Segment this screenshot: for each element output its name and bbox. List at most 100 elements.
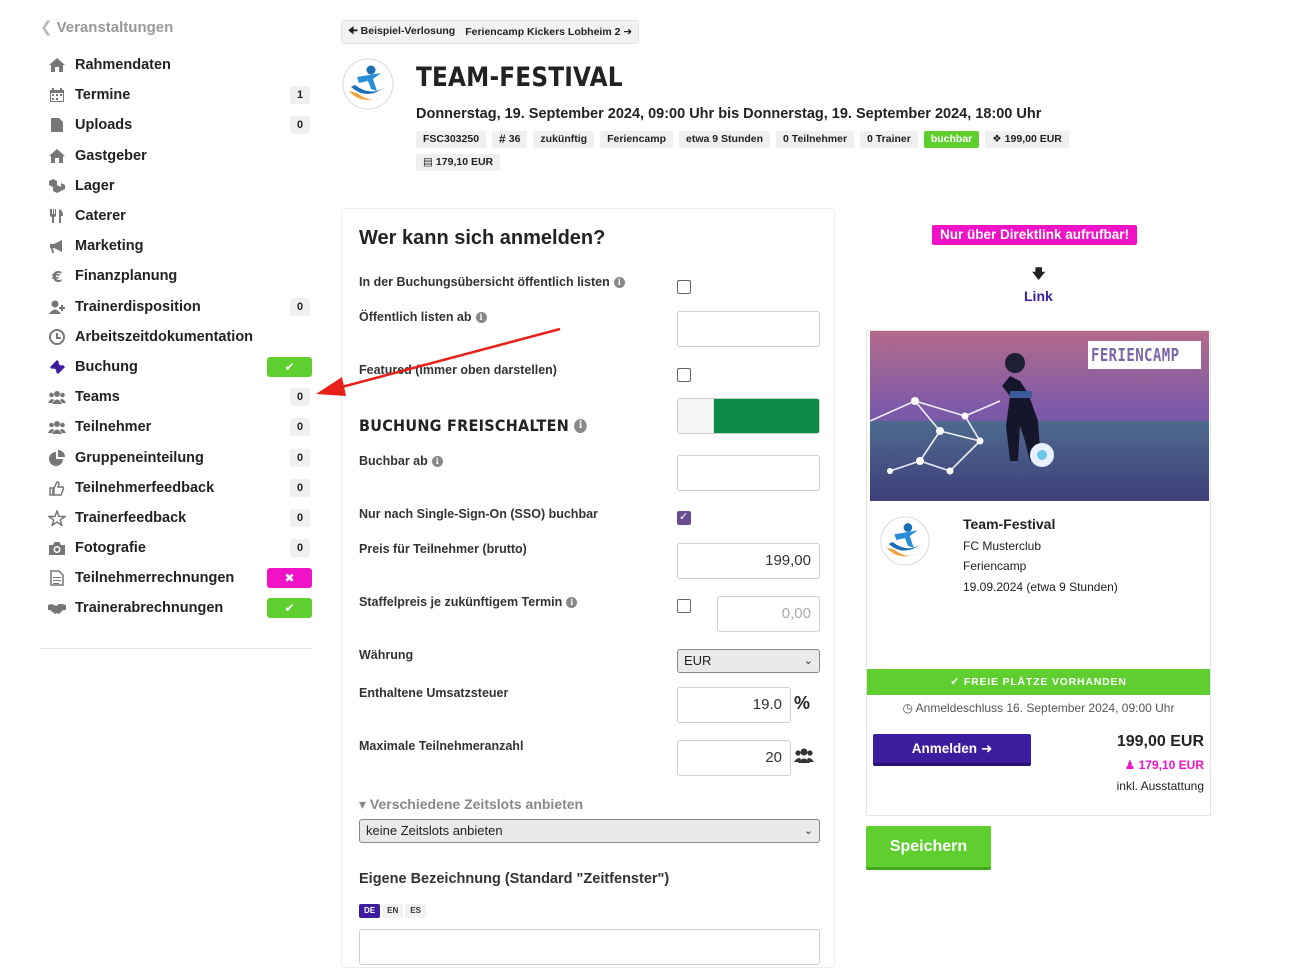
info-icon[interactable]: i xyxy=(566,596,578,608)
sidebar-item-label: Finanzplanung xyxy=(75,268,178,285)
preview-club: FC Musterclub xyxy=(963,539,1042,553)
tag-category: Feriencamp xyxy=(600,131,674,148)
sidebar-item-fotografie[interactable]: Fotografie 0 xyxy=(40,533,312,563)
public-list-checkbox[interactable] xyxy=(677,280,691,294)
language-tabs: DE EN ES xyxy=(359,904,426,918)
sidebar-item-label: Teilnehmerrechnungen xyxy=(75,570,235,587)
chevron-down-icon: ⌄ xyxy=(803,655,813,667)
sidebar-item-trainerdisposition[interactable]: Trainerdisposition 0 xyxy=(40,292,312,322)
sidebar-item-label: Fotografie xyxy=(75,540,146,557)
booking-form-panel: Wer kann sich anmelden? In der Buchungsü… xyxy=(341,208,835,968)
sidebar-item-label: Teilnehmer xyxy=(75,419,152,436)
timeslots-select[interactable]: keine Zeitslots anbieten ⌄ xyxy=(359,819,820,843)
tag-trainers: 0 Trainer xyxy=(860,131,918,148)
check-icon: ✔ xyxy=(267,356,312,377)
sidebar-item-label: Gastgeber xyxy=(75,147,147,164)
users-icon xyxy=(46,388,68,406)
preview-price: 199,00 EUR xyxy=(1116,733,1204,750)
arrow-down-icon: 🡇 xyxy=(1032,266,1046,281)
lang-tab-en[interactable]: EN xyxy=(382,904,404,918)
sidebar-item-label: Trainerdisposition xyxy=(75,298,201,315)
next-event-link[interactable]: Feriencamp Kickers Lobheim 2 ➜ xyxy=(465,26,632,38)
free-places-banner: ✔ FREIE PLÄTZE VORHANDEN xyxy=(867,669,1210,695)
prev-event-label: Beispiel-Verlosung xyxy=(360,25,456,37)
chevron-left-icon: ❮ xyxy=(40,19,53,36)
sidebar-item-label: Trainerabrechnungen xyxy=(75,600,224,617)
unlock-booking-heading: BUCHUNG FREISCHALTEN i xyxy=(359,416,588,435)
staffel-price-checkbox[interactable] xyxy=(677,599,691,613)
sidebar-item-rahmendaten[interactable]: Rahmendaten xyxy=(40,50,312,80)
staffel-price-input[interactable]: 0,00 xyxy=(717,596,820,632)
sidebar-item-label: Termine xyxy=(75,87,131,104)
sidebar-item-lager[interactable]: Lager xyxy=(40,171,312,201)
sidebar-item-label: Rahmendaten xyxy=(75,57,171,74)
sidebar-item-teilnehmerrechnungen[interactable]: Teilnehmerrechnungen ✖ xyxy=(40,563,312,593)
timeslots-toggle[interactable]: ▾ Verschiedene Zeitslots anbieten xyxy=(359,796,583,813)
sso-checkbox[interactable] xyxy=(677,510,691,525)
info-icon[interactable]: i xyxy=(574,418,588,433)
price-input[interactable]: 199,00 xyxy=(677,543,820,579)
sidebar-item-teilnehmer[interactable]: Teilnehmer 0 xyxy=(40,412,312,442)
sidebar-divider xyxy=(40,647,312,649)
lang-tab-de[interactable]: DE xyxy=(359,904,381,918)
bookable-from-input[interactable] xyxy=(677,455,820,491)
bullhorn-icon xyxy=(46,237,68,255)
direct-link[interactable]: Link xyxy=(1024,288,1053,304)
registration-deadline: ◷ Anmeldeschluss 16. September 2024, 09:… xyxy=(902,701,1175,715)
users-icon xyxy=(794,748,814,763)
save-button[interactable]: Speichern xyxy=(866,826,991,870)
sidebar-item-arbeitszeitdokumentation[interactable]: Arbeitszeitdokumentation xyxy=(40,322,312,352)
club-logo xyxy=(880,516,930,566)
price-label: Preis für Teilnehmer (brutto) xyxy=(359,542,527,556)
sidebar-item-teilnehmerfeedback[interactable]: Teilnehmerfeedback 0 xyxy=(40,473,312,503)
sidebar-item-teams[interactable]: Teams 0 xyxy=(40,382,312,412)
sidebar-item-marketing[interactable]: Marketing xyxy=(40,231,312,261)
info-icon[interactable]: i xyxy=(475,311,487,323)
price-tag-icon: ❖ xyxy=(992,133,1002,145)
direct-link-badge: Nur über Direktlink aufrufbar! xyxy=(932,225,1138,245)
home-icon xyxy=(46,56,68,74)
sidebar-item-trainerabrechnungen[interactable]: Trainerabrechnungen ✔ xyxy=(40,593,312,623)
sso-label: Nur nach Single-Sign-On (SSO) buchbar xyxy=(359,507,598,521)
count-badge: 0 xyxy=(290,116,310,135)
calendar-icon xyxy=(46,86,68,104)
sidebar-item-caterer[interactable]: Caterer xyxy=(40,201,312,231)
prev-event-link[interactable]: 🠈 Beispiel-Verlosung xyxy=(348,23,455,41)
sidebar-item-label: Trainerfeedback xyxy=(75,509,187,526)
tag-id: FSC303250 xyxy=(416,131,487,148)
euro-icon: € xyxy=(46,267,68,285)
cross-icon: ✖ xyxy=(267,568,312,589)
breadcrumb: 🠈 Beispiel-Verlosung Feriencamp Kickers … xyxy=(341,20,640,44)
ticket-icon xyxy=(46,358,68,376)
sidebar-item-label: Uploads xyxy=(75,117,133,134)
sidebar-item-gruppeneinteilung[interactable]: Gruppeneinteilung 0 xyxy=(40,442,312,472)
tag-bookable: buchbar xyxy=(923,131,980,148)
currency-select[interactable]: EUR ⌄ xyxy=(677,649,820,673)
max-participants-input[interactable]: 20 xyxy=(677,740,791,776)
custom-label-heading: Eigene Bezeichnung (Standard "Zeitfenste… xyxy=(359,871,670,887)
lang-tab-es[interactable]: ES xyxy=(405,904,426,918)
sidebar-item-buchung[interactable]: Buchung ✔ xyxy=(40,352,312,382)
featured-checkbox[interactable] xyxy=(677,368,691,382)
info-icon[interactable]: i xyxy=(431,455,443,467)
clock-icon: ◷ xyxy=(902,701,913,715)
info-icon[interactable]: i xyxy=(613,276,625,288)
timeslots-value: keine Zeitslots anbieten xyxy=(366,823,503,838)
register-button[interactable]: Anmelden ➜ xyxy=(873,734,1031,766)
sidebar-item-trainerfeedback[interactable]: Trainerfeedback 0 xyxy=(40,503,312,533)
sidebar-item-gastgeber[interactable]: Gastgeber xyxy=(40,141,312,171)
unlock-booking-toggle[interactable] xyxy=(677,398,820,434)
max-participants-label: Maximale Teilnehmeranzahl xyxy=(359,739,524,753)
sidebar-item-uploads[interactable]: Uploads 0 xyxy=(40,110,312,140)
public-from-input[interactable] xyxy=(677,311,820,347)
sidebar-item-termine[interactable]: Termine 1 xyxy=(40,80,312,110)
toggle-knob xyxy=(678,399,714,433)
sidebar-item-finanzplanung[interactable]: € Finanzplanung xyxy=(40,261,312,291)
vat-input[interactable]: 19.0 xyxy=(677,687,791,723)
cutlery-icon xyxy=(46,207,68,225)
public-from-label: Öffentlich listen ab i xyxy=(359,310,487,324)
custom-label-input[interactable] xyxy=(359,929,820,965)
back-to-events-link[interactable]: ❮ Veranstaltungen xyxy=(40,14,312,42)
sidebar-item-label: Arbeitszeitdokumentation xyxy=(75,328,254,345)
next-event-label: Feriencamp Kickers Lobheim 2 xyxy=(465,26,621,38)
